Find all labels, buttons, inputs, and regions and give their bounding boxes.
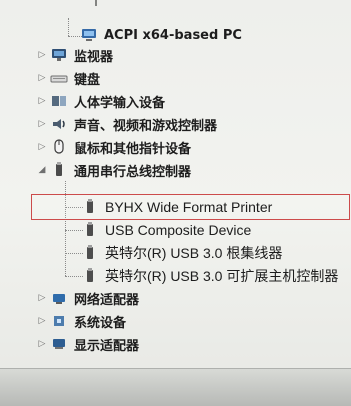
computer-icon bbox=[80, 26, 98, 44]
expand-arrow-icon[interactable]: ▷ bbox=[37, 339, 47, 349]
tree-item-label: BYHX Wide Format Printer bbox=[105, 199, 273, 215]
cut-off-header-line bbox=[95, 0, 139, 6]
speaker-icon bbox=[50, 115, 68, 133]
expand-arrow-icon[interactable]: ▷ bbox=[37, 119, 47, 129]
keyboard-icon bbox=[50, 69, 68, 87]
human-interface-device-icon bbox=[50, 92, 68, 110]
tree-item-label: 通用串行总线控制器 bbox=[74, 164, 192, 180]
tree-item-usb-child-byhx[interactable]: BYHX Wide Format Printer bbox=[81, 196, 272, 218]
tree-item-usb[interactable]: ◢ 通用串行总线控制器 bbox=[37, 159, 191, 181]
tree-item-label: 英特尔(R) USB 3.0 根集线器 bbox=[105, 245, 283, 261]
tree-item-acpi[interactable]: ACPI x64-based PC bbox=[80, 24, 242, 46]
monitor-icon bbox=[50, 46, 68, 64]
usb-device-icon bbox=[81, 244, 99, 262]
collapse-arrow-icon[interactable]: ◢ bbox=[37, 165, 47, 175]
usb-device-icon bbox=[81, 221, 99, 239]
usb-device-icon bbox=[81, 198, 99, 216]
tree-item-label: 声音、视频和游戏控制器 bbox=[74, 118, 218, 134]
tree-item-hid[interactable]: ▷ 人体学输入设备 bbox=[37, 90, 165, 112]
tree-item-label: 键盘 bbox=[74, 72, 101, 88]
tree-item-label: 英特尔(R) USB 3.0 可扩展主机控制器 bbox=[105, 268, 339, 284]
tree-item-label: USB Composite Device bbox=[105, 222, 252, 238]
tree-item-usb-child-root-hub[interactable]: 英特尔(R) USB 3.0 根集线器 bbox=[81, 242, 282, 264]
tree-item-keyboard[interactable]: ▷ 键盘 bbox=[37, 67, 100, 89]
network-adapter-icon bbox=[50, 289, 68, 307]
usb-icon bbox=[50, 161, 68, 179]
expand-arrow-icon[interactable]: ▷ bbox=[37, 293, 47, 303]
tree-item-usb-child-xhci[interactable]: 英特尔(R) USB 3.0 可扩展主机控制器 bbox=[81, 265, 338, 287]
tree-item-label: 监视器 bbox=[74, 49, 114, 65]
expand-arrow-icon[interactable]: ▷ bbox=[37, 142, 47, 152]
system-device-icon bbox=[50, 312, 68, 330]
device-tree: ACPI x64-based PC ▷ 监视器 ▷ 键盘 ▷ 人体学输入设备 ▷… bbox=[0, 0, 351, 368]
tree-item-label: ACPI x64-based PC bbox=[104, 27, 242, 43]
expand-arrow-icon[interactable]: ▷ bbox=[37, 50, 47, 60]
status-area bbox=[0, 368, 351, 406]
tree-item-mouse[interactable]: ▷ 鼠标和其他指针设备 bbox=[37, 136, 191, 158]
tree-item-usb-child-composite[interactable]: USB Composite Device bbox=[81, 219, 251, 241]
tree-item-label: 网络适配器 bbox=[74, 292, 140, 308]
tree-item-label: 显示适配器 bbox=[74, 338, 140, 354]
tree-item-label: 人体学输入设备 bbox=[74, 95, 166, 111]
tree-item-label: 系统设备 bbox=[74, 315, 127, 331]
mouse-icon bbox=[50, 138, 68, 156]
tree-item-display[interactable]: ▷ 显示适配器 bbox=[37, 333, 139, 355]
expand-arrow-icon[interactable]: ▷ bbox=[37, 96, 47, 106]
tree-item-monitor[interactable]: ▷ 监视器 bbox=[37, 44, 113, 66]
tree-item-network[interactable]: ▷ 网络适配器 bbox=[37, 287, 139, 309]
expand-arrow-icon[interactable]: ▷ bbox=[37, 73, 47, 83]
usb-device-icon bbox=[81, 267, 99, 285]
tree-item-sound[interactable]: ▷ 声音、视频和游戏控制器 bbox=[37, 113, 217, 135]
display-adapter-icon bbox=[50, 335, 68, 353]
tree-guide-line bbox=[68, 18, 69, 36]
expand-arrow-icon[interactable]: ▷ bbox=[37, 316, 47, 326]
tree-item-system[interactable]: ▷ 系统设备 bbox=[37, 310, 126, 332]
tree-item-label: 鼠标和其他指针设备 bbox=[74, 141, 192, 157]
